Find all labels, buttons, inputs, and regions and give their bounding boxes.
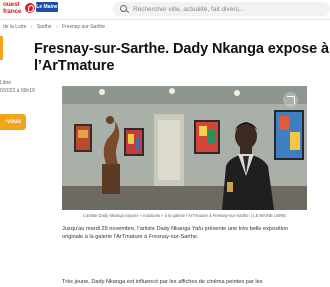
breadcrumb-separator: ›	[55, 24, 58, 30]
expand-icon[interactable]	[283, 92, 298, 107]
breadcrumb: de la Loire › Sarthe › Fresnay-sur-Sarth…	[3, 24, 105, 30]
photo-caption: L’artiste Dady Nkanga expose « Intuition…	[82, 213, 287, 218]
search-icon[interactable]	[120, 5, 127, 12]
ouest-france-logo[interactable]: ouest france	[3, 1, 35, 16]
maine-libre-badge[interactable]: Le Maine	[36, 2, 58, 12]
article-meta: Libre 0/2022 à 09h19	[0, 79, 35, 95]
article-paragraph: Très jeune, Dady Nkanga est influencé pa…	[62, 279, 263, 285]
search-bar[interactable]	[113, 2, 330, 16]
site-header: ouest france Le Maine	[0, 0, 330, 20]
meta-source: Libre	[0, 80, 12, 86]
article-title: Fresnay-sur-Sarthe. Dady Nkanga expose à…	[34, 41, 329, 74]
sidebar-accent	[0, 36, 3, 60]
article-photo[interactable]	[62, 86, 307, 210]
gallery-photo	[62, 86, 307, 210]
breadcrumb-item[interactable]: de la Loire	[3, 24, 26, 30]
breadcrumb-item[interactable]: Fresnay-sur-Sarthe	[62, 24, 105, 30]
breadcrumb-separator: ›	[30, 24, 33, 30]
meta-date: 0/2022 à 09h19	[0, 88, 35, 94]
breadcrumb-item[interactable]: Sarthe	[37, 24, 52, 30]
follow-button[interactable]: -vous	[0, 114, 26, 130]
article-paragraph: Jusqu’au mardi 29 novembre, l’artiste Da…	[62, 226, 289, 240]
logo-pin-icon	[25, 3, 35, 13]
search-input[interactable]	[133, 2, 323, 16]
